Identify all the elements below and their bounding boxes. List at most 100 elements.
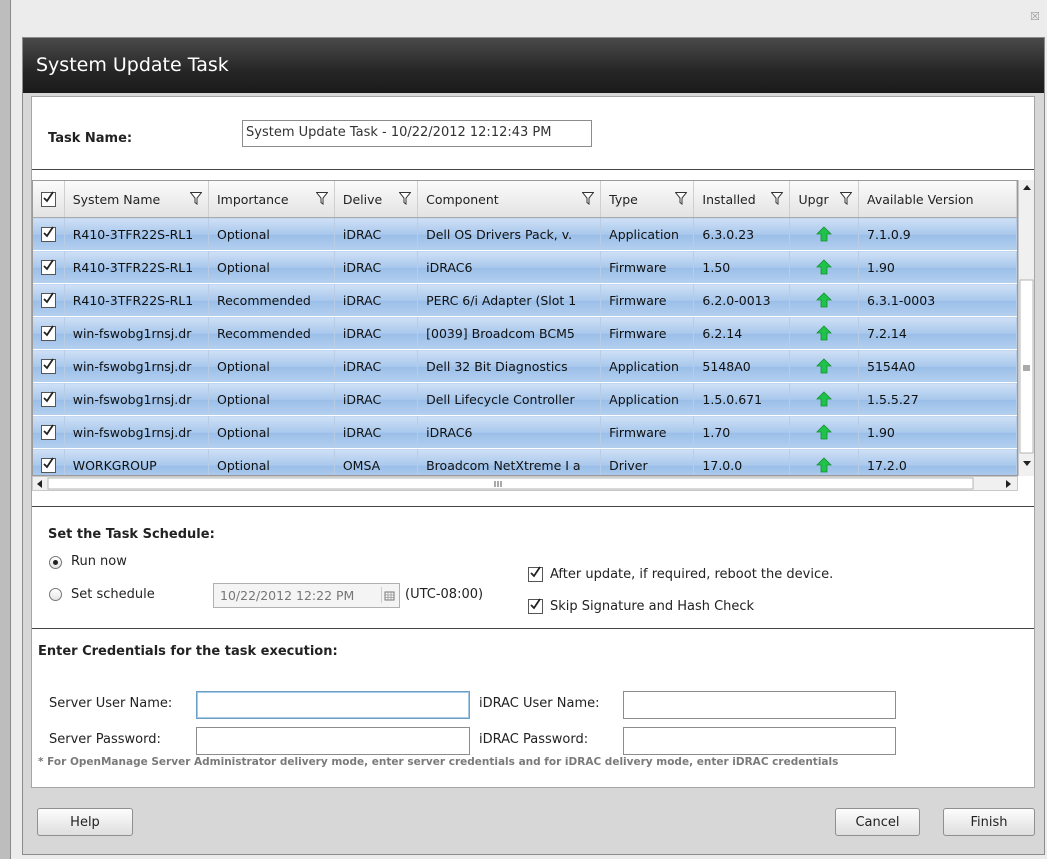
row-checkbox-cell[interactable] [33,415,65,449]
column-label: Delive [342,191,383,207]
set-schedule-radio[interactable] [49,588,62,601]
cell-installed: 1.50 [693,250,791,284]
column-header-upgrade[interactable]: Upgr [789,181,860,218]
upgrade-arrow-icon [816,226,833,242]
checkmark-icon [43,424,54,436]
column-header-system-name[interactable]: System Name [64,181,209,218]
idrac-password-input[interactable] [623,727,896,755]
table-row[interactable]: win-fswobg1rnsj.dr Recommended iDRAC [0039]… [33,316,1017,350]
select-all-checkbox[interactable] [33,181,65,218]
row-checkbox-cell[interactable] [33,448,65,475]
cell-delivery: iDRAC [334,415,419,449]
cell-type: Firmware [600,250,695,284]
grid-horizontal-scrollbar[interactable] [32,476,1018,491]
filter-icon[interactable] [840,192,853,205]
row-checkbox[interactable] [40,424,56,440]
run-now-radio[interactable] [49,556,62,569]
table-row[interactable]: win-fswobg1rnsj.dr Optional iDRAC iDRAC6 Fir… [33,415,1017,449]
schedule-date-value: 10/22/2012 12:22 PM [220,588,355,603]
cell-component: PERC 6/i Adapter (Slot 1 [417,283,602,317]
cell-installed: 17.0.0 [693,448,791,475]
server-password-input[interactable] [196,727,470,755]
checkmark-icon [43,358,54,370]
column-header-available-version[interactable]: Available Version [858,181,1017,218]
server-user-input[interactable] [196,691,470,719]
cell-available: 1.90 [858,415,1017,449]
checkmark-icon [43,226,54,238]
filter-icon[interactable] [582,192,595,205]
row-checkbox[interactable] [40,358,56,374]
idrac-user-input[interactable] [623,691,896,719]
table-row[interactable]: win-fswobg1rnsj.dr Optional iDRAC Dell 32 B… [33,349,1017,383]
cell-upgrade [789,283,860,317]
filter-icon[interactable] [189,192,202,205]
schedule-date-input[interactable]: 10/22/2012 12:22 PM [213,583,400,608]
finish-button[interactable]: Finish [943,808,1035,836]
task-name-label: Task Name: [48,131,133,146]
cell-available: 5154A0 [858,349,1017,383]
row-checkbox-cell[interactable] [33,382,65,416]
row-checkbox[interactable] [40,226,56,242]
row-checkbox-cell[interactable] [33,250,65,284]
row-checkbox-cell[interactable] [33,349,65,383]
cell-installed: 1.70 [693,415,791,449]
reboot-checkbox[interactable] [528,566,543,582]
horizontal-scrollbar-graphic [37,477,1011,490]
row-checkbox[interactable] [40,292,56,308]
table-row[interactable]: R410-3TFR22S-RL1 Recommended iDRAC PERC 6/i… [33,283,1017,317]
close-icon[interactable]: ☒ [1030,10,1040,23]
filter-icon[interactable] [399,192,412,205]
column-header-type[interactable]: Type [600,181,695,218]
cell-available: 1.90 [858,250,1017,284]
table-row[interactable]: win-fswobg1rnsj.dr Optional iDRAC Dell Life… [33,382,1017,416]
column-header-delivery[interactable]: Delive [334,181,419,218]
updates-grid: System Name Importance Delive Component … [32,180,1018,476]
cell-type: Firmware [600,283,695,317]
row-checkbox-cell[interactable] [33,217,65,251]
column-header-installed[interactable]: Installed [693,181,791,218]
cell-installed: 6.2.0-0013 [693,283,791,317]
help-button[interactable]: Help [37,808,133,836]
cell-system: WORKGROUP [64,448,209,475]
row-checkbox-cell[interactable] [33,283,65,317]
table-row[interactable]: WORKGROUP Optional OMSA Broadcom NetXtreme … [33,448,1017,475]
dialog-body: Task Name: System Update Task - 10/22/20… [31,96,1035,788]
cell-importance: Recommended [208,316,335,350]
filter-icon[interactable] [675,192,688,205]
table-row[interactable]: R410-3TFR22S-RL1 Optional iDRAC Dell OS Dri… [33,217,1017,251]
cell-importance: Optional [208,415,335,449]
reboot-label: After update, if required, reboot the de… [550,567,834,582]
skip-signature-checkbox[interactable] [528,598,543,614]
row-checkbox[interactable] [40,325,56,341]
grid-vertical-scrollbar[interactable] [1018,180,1034,476]
column-header-importance[interactable]: Importance [208,181,335,218]
table-row[interactable]: R410-3TFR22S-RL1 Optional iDRAC iDRAC6 Firmw… [33,250,1017,284]
upgrade-arrow-icon [816,457,833,473]
upgrade-arrow-icon [816,358,833,374]
calendar-icon[interactable] [381,587,397,603]
cancel-button[interactable]: Cancel [835,808,920,836]
divider [32,169,1034,170]
filter-icon[interactable] [315,192,328,205]
column-header-component[interactable]: Component [417,181,602,218]
dialog-title: System Update Task [36,54,229,76]
filter-icon[interactable] [771,192,784,205]
server-user-label: Server User Name: [49,696,173,711]
divider [32,628,1034,629]
column-label: Available Version [867,191,974,207]
checkbox[interactable] [40,191,56,207]
screen-background: ☒ System Update Task Task Name: System U… [0,0,1047,859]
credentials-title: Enter Credentials for the task execution… [38,644,338,659]
cell-system: win-fswobg1rnsj.dr [64,415,209,449]
row-checkbox[interactable] [40,259,56,275]
cell-type: Application [600,217,695,251]
cell-installed: 5148A0 [693,349,791,383]
row-checkbox[interactable] [40,457,56,473]
row-checkbox[interactable] [40,391,56,407]
row-checkbox-cell[interactable] [33,316,65,350]
upgrade-arrow-icon [816,424,833,440]
cell-importance: Optional [208,250,335,284]
task-name-input[interactable]: System Update Task - 10/22/2012 12:12:43… [242,120,592,147]
idrac-password-label: iDRAC Password: [479,732,589,747]
cell-installed: 6.3.0.23 [693,217,791,251]
